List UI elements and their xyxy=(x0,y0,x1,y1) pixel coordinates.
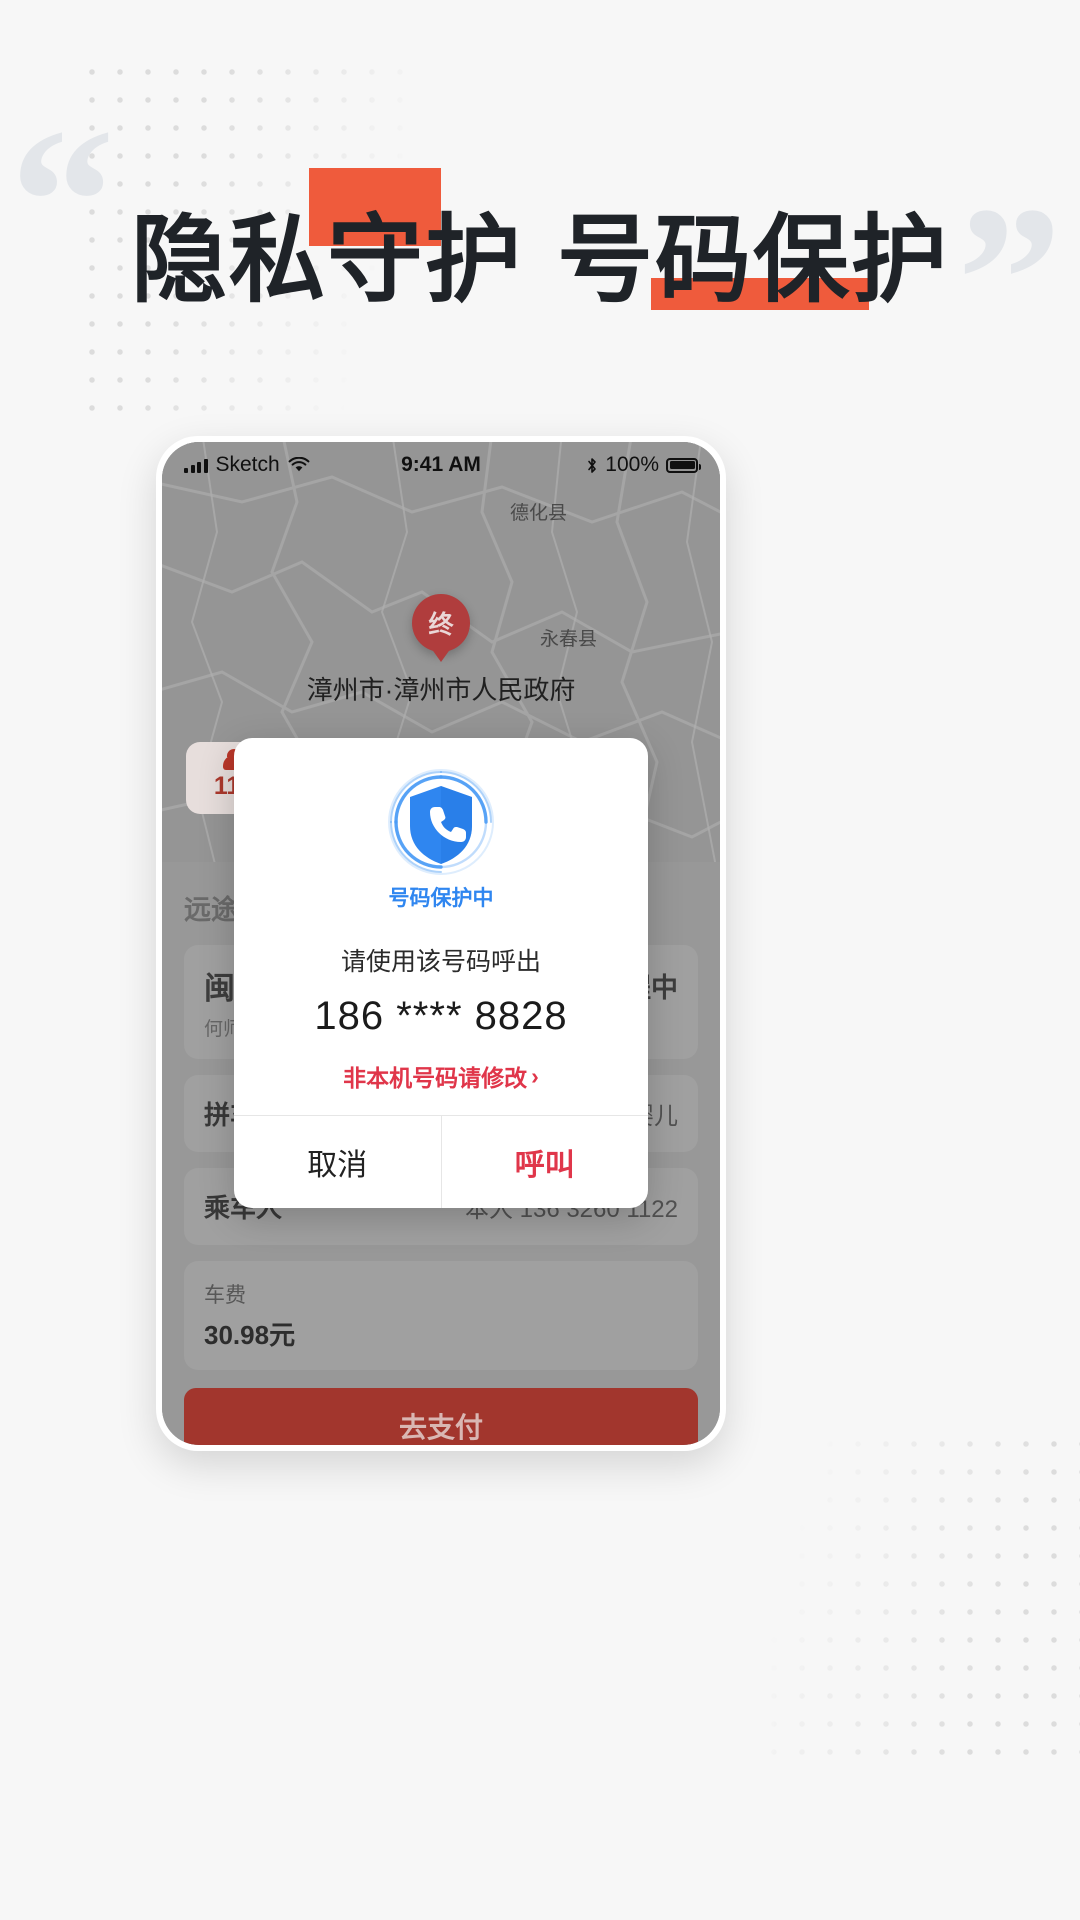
phone-screen: 德化县 永春县 终 漳州市·漳州市人民政府 110 远途 闽ED 程中 xyxy=(162,442,720,1445)
cancel-button[interactable]: 取消 xyxy=(234,1116,441,1208)
headline-part-1: 隐私守护 xyxy=(131,204,523,316)
number-protection-dialog: 号码保护中 请使用该号码呼出 186 **** 8828 非本机号码请修改 › … xyxy=(234,738,648,1208)
dialog-actions: 取消 呼叫 xyxy=(234,1115,648,1208)
shield-phone-icon xyxy=(368,764,514,882)
chevron-right-icon: › xyxy=(531,1062,539,1089)
headline-part-2: 号码保护 xyxy=(557,204,949,316)
change-number-link[interactable]: 非本机号码请修改 › xyxy=(234,1059,648,1093)
protection-status-label: 号码保护中 xyxy=(388,887,494,910)
call-button[interactable]: 呼叫 xyxy=(440,1116,649,1208)
masked-phone-number: 186 **** 8828 xyxy=(314,994,568,1038)
poster-headline: 隐私守护 号码保护 xyxy=(0,168,1080,321)
dialog-hint: 请使用该号码呼出 xyxy=(340,948,541,976)
change-number-label: 非本机号码请修改 xyxy=(343,1065,528,1091)
phone-mockup: 德化县 永春县 终 漳州市·漳州市人民政府 110 远途 闽ED 程中 xyxy=(156,436,726,1451)
dot-pattern-bottom-right xyxy=(760,1430,1080,1770)
